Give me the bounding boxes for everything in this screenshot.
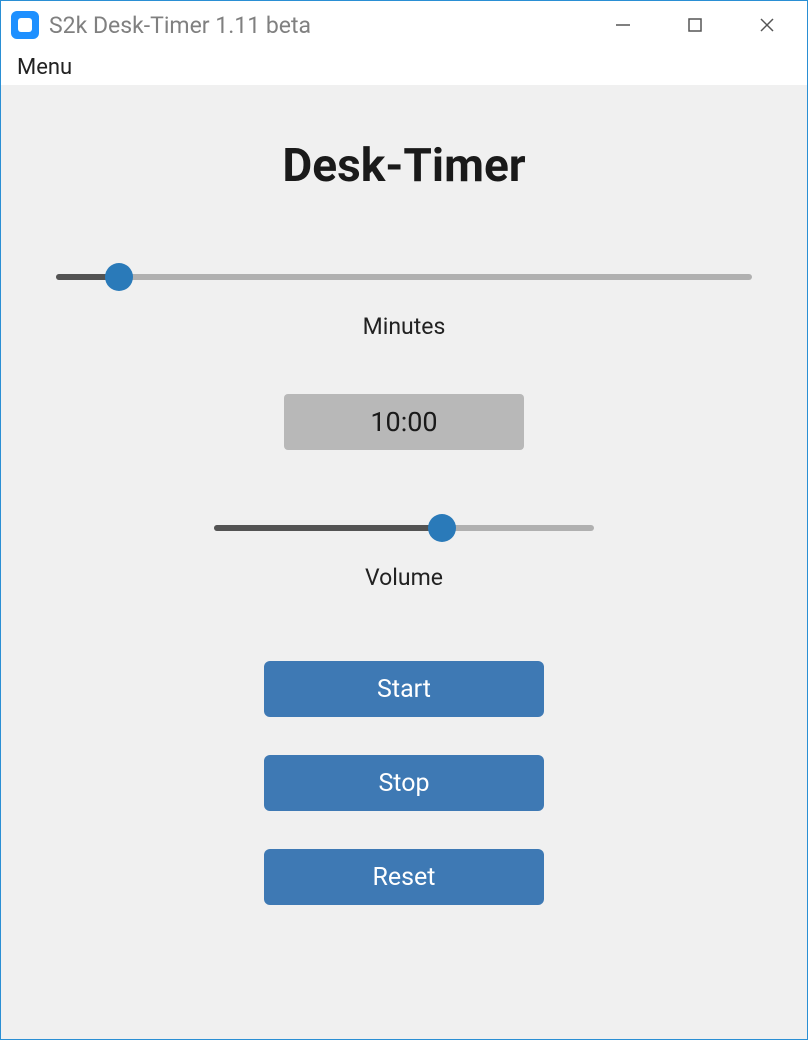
minutes-track-bg (56, 274, 752, 280)
time-display: 10:00 (284, 394, 524, 450)
minimize-icon (614, 16, 632, 34)
maximize-icon (686, 16, 704, 34)
stop-button[interactable]: Stop (264, 755, 544, 811)
menubar: Menu (1, 49, 807, 85)
minutes-label: Minutes (363, 313, 446, 340)
titlebar: S2k Desk-Timer 1.11 beta (1, 1, 807, 49)
close-icon (758, 16, 776, 34)
menu-dropdown[interactable]: Menu (11, 51, 78, 84)
window-controls (587, 1, 803, 49)
app-icon-inner (18, 18, 32, 32)
action-buttons: Start Stop Reset (264, 661, 544, 905)
volume-slider[interactable] (214, 514, 594, 542)
volume-slider-thumb[interactable] (428, 514, 456, 542)
minutes-slider-thumb[interactable] (105, 263, 133, 291)
content-panel: Desk-Timer Minutes 10:00 Volume Start St… (1, 85, 807, 1039)
minimize-button[interactable] (587, 1, 659, 49)
page-title: Desk-Timer (282, 139, 525, 193)
maximize-button[interactable] (659, 1, 731, 49)
volume-label: Volume (365, 564, 443, 591)
volume-track-fill (214, 525, 442, 531)
volume-slider-wrap: Volume (214, 514, 594, 591)
minutes-slider[interactable] (56, 263, 752, 291)
start-button[interactable]: Start (264, 661, 544, 717)
minutes-slider-wrap: Minutes (56, 263, 752, 340)
reset-button[interactable]: Reset (264, 849, 544, 905)
app-window: S2k Desk-Timer 1.11 beta Menu Desk-Timer… (0, 0, 808, 1040)
window-title: S2k Desk-Timer 1.11 beta (49, 12, 587, 39)
app-icon (11, 11, 39, 39)
close-button[interactable] (731, 1, 803, 49)
